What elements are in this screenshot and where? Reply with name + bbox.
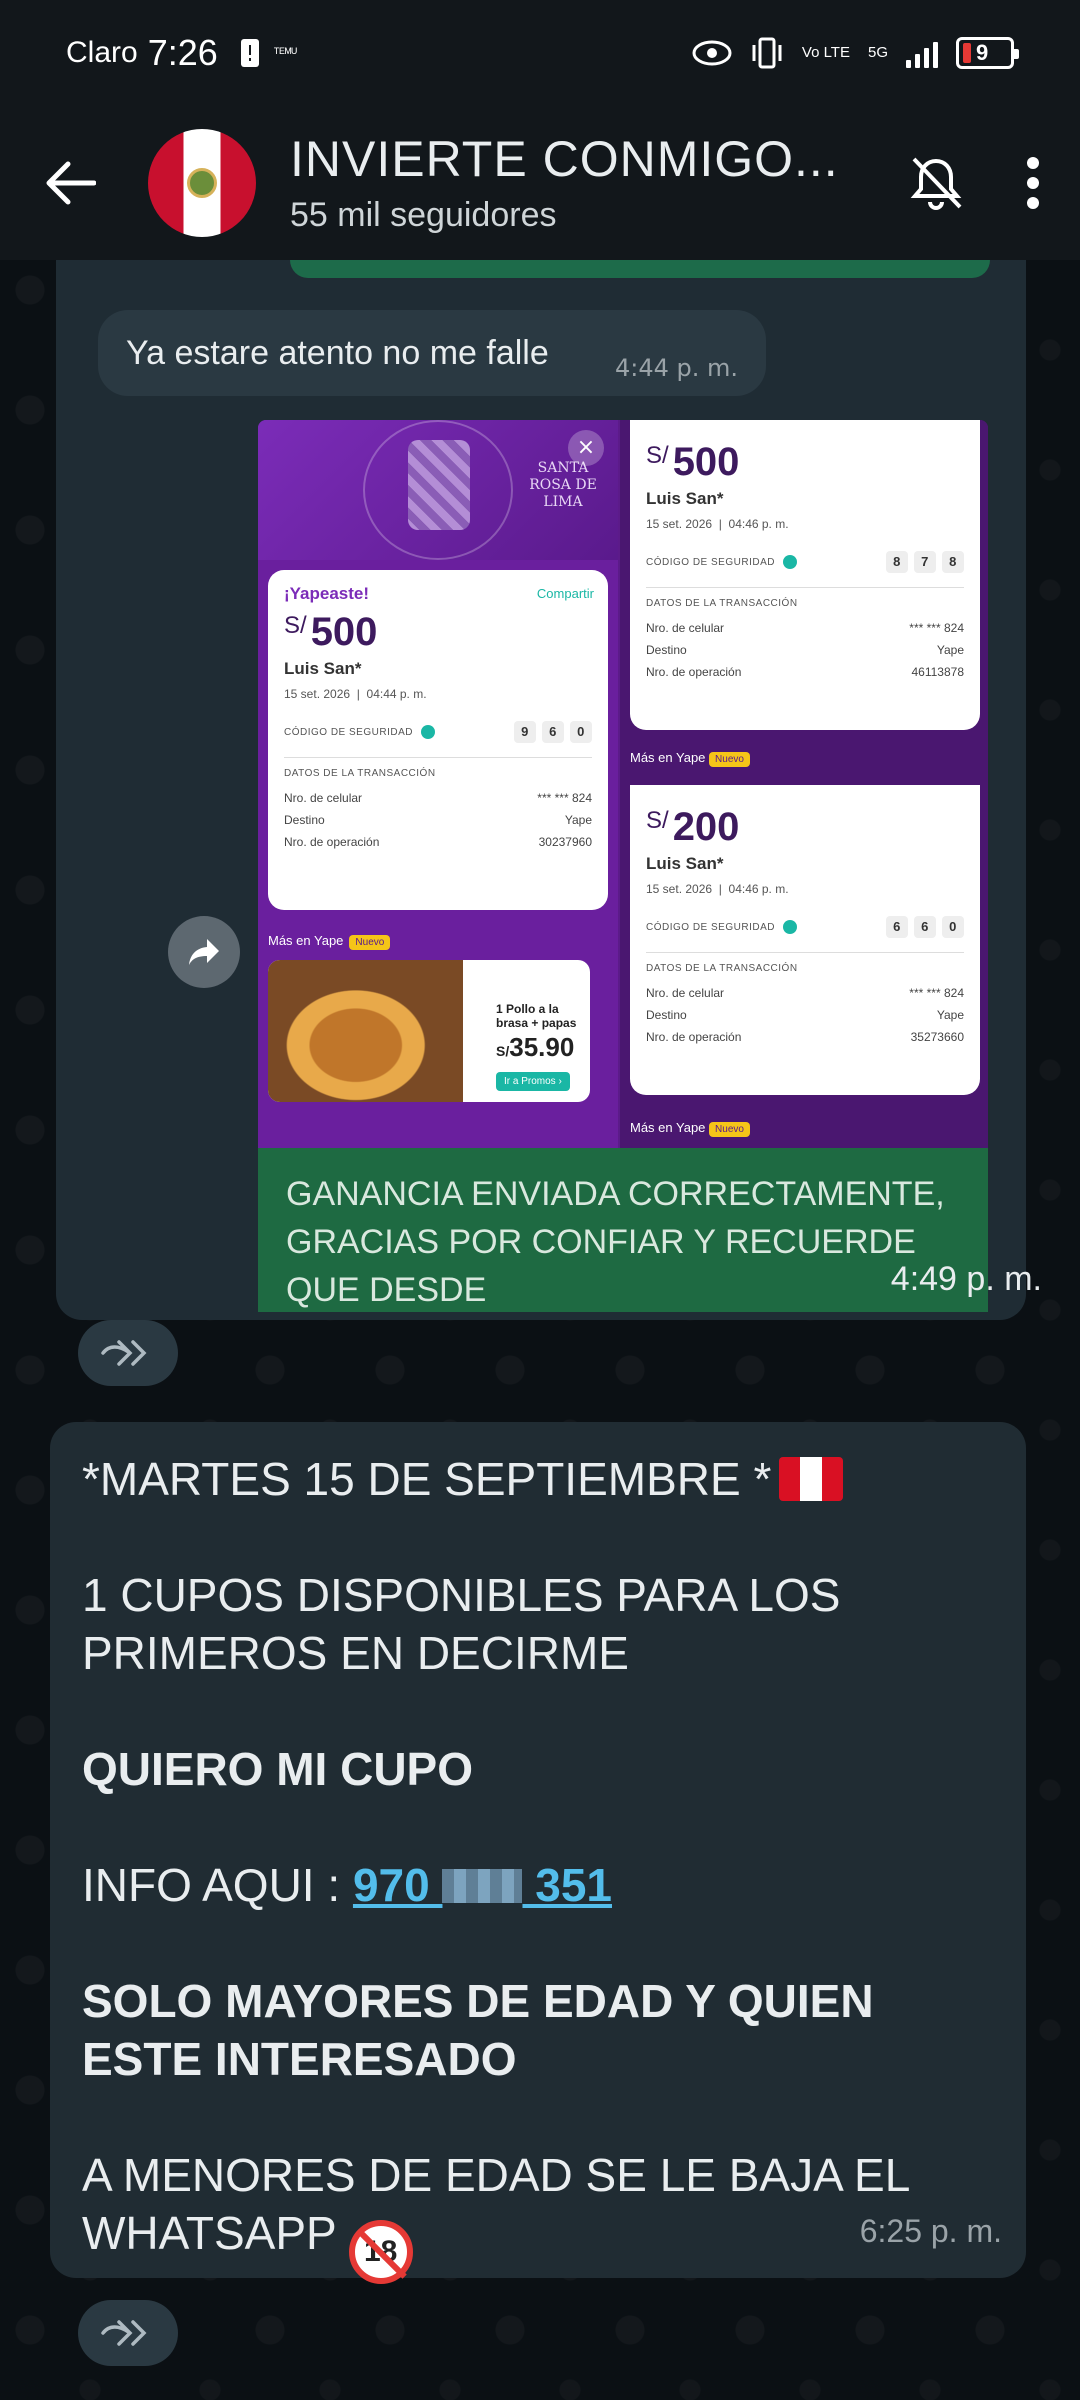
share-arrow-icon (189, 939, 219, 965)
receipt-amount: S/500 (284, 610, 378, 654)
status-left-icons: ᵀᴱᴹᵁ (240, 38, 297, 68)
channel-message[interactable]: *MARTES 15 DE SEPTIEMBRE * 1 CUPOS DISPO… (50, 1422, 1026, 2284)
channel-info[interactable]: INVIERTE CONMIGO... 55 mil seguidores (290, 130, 839, 235)
double-forward-icon (101, 1340, 147, 1366)
receipt-date: 15 set. 2026 | 04:44 p. m. (284, 687, 427, 701)
network-type: 5G (867, 44, 888, 61)
promo-text: 1 Pollo a la brasa + papas (496, 1002, 577, 1030)
message-line: SOLO MAYORES DE EDAD Y QUIEN ESTE INTERE… (82, 1975, 874, 2085)
channel-avatar[interactable] (148, 128, 256, 237)
sim-alert-icon (240, 38, 259, 67)
previous-message-bubble (290, 260, 990, 278)
eye-icon (692, 40, 732, 65)
share-link: Compartir (536, 586, 594, 601)
forward-pill-button-2[interactable] (78, 2300, 178, 2366)
message-line: A MENORES DE EDAD SE LE BAJA EL WHATSAPP… (82, 2146, 994, 2284)
promo-button: Ir a Promos › (496, 1072, 570, 1091)
poster-banner: SANTA ROSA DE LIMA × (258, 420, 618, 560)
yape-receipt-main: ¡Yapeaste! Compartir S/500 Luis San* 15 … (268, 570, 608, 910)
reply-message[interactable]: Ya estare atento no me falle 4:44 p. m. (98, 310, 766, 396)
signal-icon (906, 38, 938, 68)
temu-icon: ᵀᴱᴹᵁ (273, 45, 297, 60)
receipt-amount: S/500 (646, 440, 740, 484)
image-caption: GANANCIA ENVIADA CORRECTAMENTE, GRACIAS … (258, 1148, 988, 1312)
battery-level: 9 (976, 39, 989, 65)
forward-button[interactable] (168, 916, 240, 988)
volte-indicator: Vo LTE (801, 44, 850, 61)
peru-flag-icon (779, 1457, 844, 1501)
phone-link[interactable]: 970 351 (353, 1859, 612, 1911)
message-line: 1 CUPOS DISPONIBLES PARA LOS PRIMEROS EN… (82, 1569, 841, 1679)
food-image (268, 960, 463, 1102)
channel-title: INVIERTE CONMIGO... (290, 131, 839, 187)
yape-receipt-bottom: S/200 Luis San* 15 set. 2026 | 04:46 p. … (630, 785, 980, 1095)
receipt-name: Luis San* (284, 659, 362, 678)
close-icon: × (568, 430, 604, 466)
carrier-label: Claro (66, 35, 138, 69)
blurred-image (408, 440, 470, 530)
double-forward-icon (101, 2320, 147, 2346)
yape-receipt-top: S/500 Luis San* 15 set. 2026 | 04:46 p. … (630, 420, 980, 730)
bell-off-icon[interactable] (906, 153, 966, 213)
promo-banner: Más en Yape Nuevo 1 Pollo a la brasa + pa… (268, 932, 608, 1132)
more-options-icon[interactable] (1026, 156, 1040, 210)
message-time: 6:25 p. m. (859, 2213, 1002, 2249)
message-line: QUIERO MI CUPO (82, 1743, 474, 1795)
no-under-18-icon: 18 (348, 2220, 413, 2284)
message-line: *MARTES 15 DE SEPTIEMBRE * (82, 1450, 994, 1508)
message-line: INFO AQUI : 970 351 (82, 1859, 612, 1911)
chat-area[interactable]: Ya estare atento no me falle 4:44 p. m. … (0, 260, 1080, 2400)
reply-time: 4:44 p. m. (614, 354, 738, 382)
back-button[interactable] (30, 143, 110, 223)
promo-price: S/35.90 (496, 1032, 575, 1062)
caption-time: 4:49 p. m. (890, 1260, 1042, 1298)
arrow-left-icon (46, 161, 96, 204)
forward-pill-button[interactable] (78, 1320, 178, 1386)
poster-text: SANTA ROSA DE LIMA (529, 460, 597, 510)
channel-header: INVIERTE CONMIGO... 55 mil seguidores (0, 105, 1080, 260)
redacted-digits (442, 1869, 523, 1903)
reply-text: Ya estare atento no me falle (126, 333, 549, 372)
battery-icon: 9 (956, 36, 1019, 69)
clock: 7:26 (147, 31, 218, 73)
status-right-icons: Vo LTE 5G 9 (692, 36, 1019, 69)
status-bar: Claro 7:26 ᵀᴱᴹᵁ Vo LTE 5G 9 (0, 0, 1080, 105)
followers-count: 55 mil seguidores (290, 196, 557, 234)
receipt-amount: S/200 (646, 805, 740, 849)
security-code: CÓDIGO DE SEGURIDAD 960 (284, 721, 592, 743)
vibrate-icon (752, 37, 782, 68)
